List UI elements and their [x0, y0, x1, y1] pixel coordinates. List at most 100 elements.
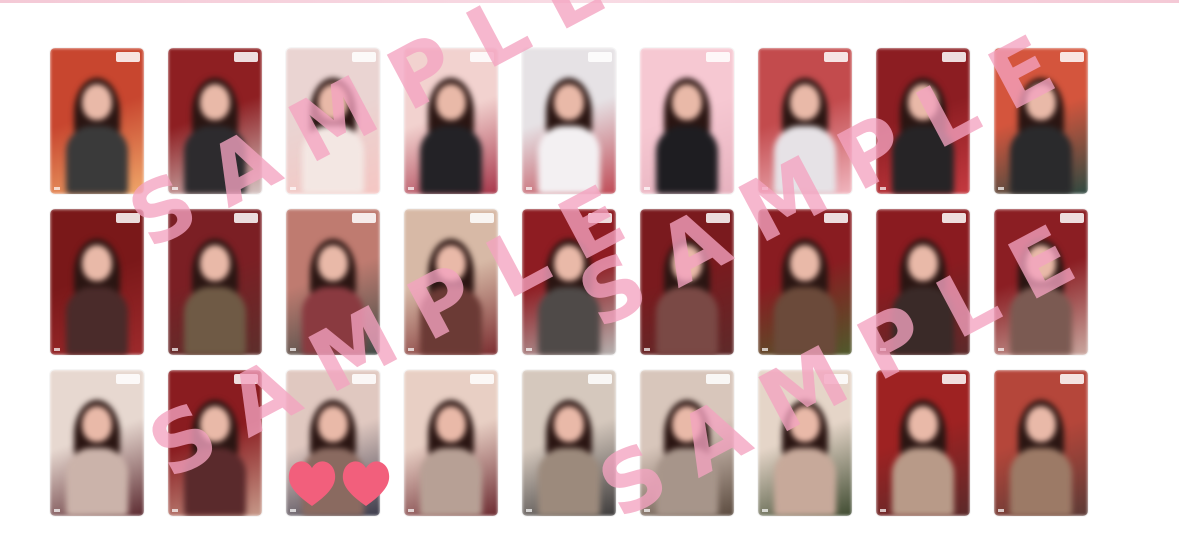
person-silhouette — [538, 400, 600, 516]
photocard — [168, 370, 262, 516]
person-silhouette — [774, 78, 836, 194]
brand-logo — [116, 374, 140, 384]
person-silhouette — [892, 239, 954, 355]
photocard — [286, 209, 380, 355]
person-silhouette — [420, 78, 482, 194]
person-silhouette — [184, 400, 246, 516]
brand-logo — [824, 374, 848, 384]
card-mark — [408, 509, 414, 512]
person-silhouette — [66, 78, 128, 194]
photocard — [994, 209, 1088, 355]
card-mark — [644, 187, 650, 190]
photocard — [640, 48, 734, 194]
photocard — [404, 209, 498, 355]
brand-logo — [470, 213, 494, 223]
brand-logo — [352, 52, 376, 62]
photocard-grid — [50, 48, 1088, 516]
brand-logo — [1060, 52, 1084, 62]
brand-logo — [470, 52, 494, 62]
card-mark — [172, 509, 178, 512]
top-divider — [0, 0, 1179, 3]
card-mark — [408, 348, 414, 351]
card-mark — [290, 187, 296, 190]
person-silhouette — [420, 239, 482, 355]
person-silhouette — [66, 239, 128, 355]
card-mark — [644, 509, 650, 512]
brand-logo — [824, 52, 848, 62]
card-mark — [880, 348, 886, 351]
person-silhouette — [302, 78, 364, 194]
photocard — [404, 48, 498, 194]
card-mark — [290, 348, 296, 351]
brand-logo — [942, 374, 966, 384]
card-mark — [54, 348, 60, 351]
photocard — [758, 48, 852, 194]
person-silhouette — [892, 400, 954, 516]
photocard — [994, 370, 1088, 516]
brand-logo — [942, 213, 966, 223]
person-silhouette — [656, 78, 718, 194]
card-mark — [998, 348, 1004, 351]
brand-logo — [234, 52, 258, 62]
brand-logo — [116, 213, 140, 223]
photocard — [50, 209, 144, 355]
brand-logo — [706, 374, 730, 384]
photocard — [522, 209, 616, 355]
heart-icon — [342, 461, 390, 506]
brand-logo — [588, 213, 612, 223]
brand-logo — [1060, 374, 1084, 384]
photocard — [876, 370, 970, 516]
card-mark — [54, 187, 60, 190]
brand-logo — [234, 213, 258, 223]
person-silhouette — [184, 239, 246, 355]
brand-logo — [1060, 213, 1084, 223]
photocard — [168, 48, 262, 194]
brand-logo — [116, 52, 140, 62]
card-mark — [762, 348, 768, 351]
heart-icon — [288, 461, 336, 506]
person-silhouette — [656, 400, 718, 516]
person-silhouette — [66, 400, 128, 516]
brand-logo — [706, 52, 730, 62]
person-silhouette — [892, 78, 954, 194]
photocard — [758, 370, 852, 516]
person-silhouette — [774, 239, 836, 355]
person-silhouette — [538, 78, 600, 194]
person-silhouette — [302, 239, 364, 355]
brand-logo — [942, 52, 966, 62]
photocard — [404, 370, 498, 516]
brand-logo — [588, 374, 612, 384]
person-silhouette — [1010, 239, 1072, 355]
person-silhouette — [1010, 400, 1072, 516]
brand-logo — [706, 213, 730, 223]
photocard — [522, 370, 616, 516]
photocard — [50, 370, 144, 516]
person-silhouette — [656, 239, 718, 355]
card-mark — [880, 509, 886, 512]
card-mark — [172, 187, 178, 190]
person-silhouette — [420, 400, 482, 516]
card-mark — [526, 509, 532, 512]
card-mark — [998, 187, 1004, 190]
heart-stickers — [288, 461, 390, 506]
person-silhouette — [774, 400, 836, 516]
card-mark — [54, 509, 60, 512]
card-mark — [290, 509, 296, 512]
photocard — [168, 209, 262, 355]
photocard — [876, 48, 970, 194]
card-mark — [998, 509, 1004, 512]
photocard — [286, 48, 380, 194]
card-mark — [408, 187, 414, 190]
photocard — [876, 209, 970, 355]
photocard — [640, 209, 734, 355]
card-mark — [172, 348, 178, 351]
brand-logo — [588, 52, 612, 62]
person-silhouette — [538, 239, 600, 355]
photocard — [50, 48, 144, 194]
card-mark — [526, 348, 532, 351]
photocard — [994, 48, 1088, 194]
person-silhouette — [184, 78, 246, 194]
card-mark — [526, 187, 532, 190]
card-mark — [644, 348, 650, 351]
card-mark — [762, 509, 768, 512]
